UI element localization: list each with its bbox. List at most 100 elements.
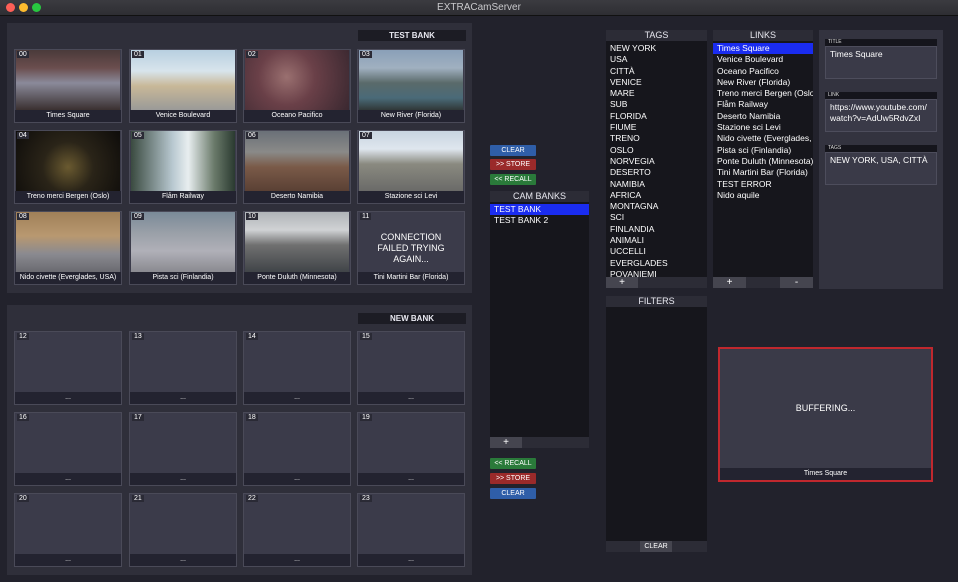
filters-list: FILTERS (606, 296, 707, 541)
tag-item[interactable]: MARE (606, 88, 707, 99)
title-field[interactable]: Times Square (825, 46, 937, 79)
buffering-status: BUFFERING... (795, 403, 856, 413)
tag-item[interactable]: MONTAGNA (606, 201, 707, 212)
link-item[interactable]: Venice Boulevard (713, 54, 813, 65)
clear-filters-button[interactable]: CLEAR (640, 541, 672, 552)
tag-item[interactable]: SUB (606, 99, 707, 110)
link-details-panel: TITLE Times Square LINK https://www.yout… (819, 30, 943, 289)
link-item[interactable]: Tini Martini Bar (Florida) (713, 167, 813, 178)
camera-cell[interactable]: 09 Pista sci (Finlandia) (129, 211, 237, 285)
link-item[interactable]: Treno merci Bergen (Oslo (713, 88, 813, 99)
tag-item[interactable]: DESERTO (606, 167, 707, 178)
camera-thumbnail (359, 50, 463, 110)
camera-cell[interactable]: 10 Ponte Duluth (Minnesota) (243, 211, 351, 285)
title-field-label: TITLE (825, 39, 937, 46)
cell-number: 09 (132, 213, 144, 220)
link-field-label: LINK (825, 92, 937, 99)
camera-cell[interactable]: 12... (14, 331, 122, 405)
camera-thumbnail (131, 50, 235, 110)
clear-button[interactable]: CLEAR (490, 145, 536, 156)
preview-player[interactable]: BUFFERING... Times Square (718, 347, 933, 482)
filters-toolbar: CLEAR (606, 541, 707, 552)
link-item[interactable]: Times Square (713, 43, 813, 55)
camera-cell[interactable]: 18... (243, 412, 351, 486)
recall-button[interactable]: << RECALL (490, 174, 536, 185)
tag-item[interactable]: SCI (606, 212, 707, 223)
camera-cell[interactable]: 21... (129, 493, 237, 567)
links-toolbar: + - (713, 277, 813, 288)
camera-cell[interactable]: 08 Nido civette (Everglades, USA) (14, 211, 122, 285)
clear-button-lower[interactable]: CLEAR (490, 488, 536, 499)
link-item[interactable]: Stazione sci Levi (713, 122, 813, 133)
cell-caption: Ponte Duluth (Minnesota) (244, 272, 350, 284)
link-field[interactable]: https://www.youtube.com/watch?v=AdUw5Rdv… (825, 99, 937, 132)
cell-caption: ... (130, 473, 236, 485)
connection-error-text: CONNECTION FAILED TRYING AGAIN... (377, 232, 445, 264)
camera-cell[interactable]: 13... (129, 331, 237, 405)
tag-item[interactable]: CITTÀ (606, 66, 707, 77)
camera-cell[interactable]: 17... (129, 412, 237, 486)
tag-item[interactable]: VENICE (606, 77, 707, 88)
camera-cell[interactable]: 07 Stazione sci Levi (357, 130, 465, 204)
tags-field[interactable]: NEW YORK, USA, CITTÀ (825, 152, 937, 185)
camera-cell[interactable]: 01 Venice Boulevard (129, 49, 237, 123)
camera-cell[interactable]: 11 CONNECTION FAILED TRYING AGAIN... Tin… (357, 211, 465, 285)
camera-cell[interactable]: 03 New River (Florida) (357, 49, 465, 123)
cell-caption: Venice Boulevard (130, 110, 236, 122)
camera-thumbnail (245, 212, 349, 272)
camera-cell[interactable]: 04 Treno merci Bergen (Oslo) (14, 130, 122, 204)
camera-cell[interactable]: 15... (357, 331, 465, 405)
store-button[interactable]: >> STORE (490, 159, 536, 170)
tag-item[interactable]: FINLANDIA (606, 224, 707, 235)
store-button-lower[interactable]: >> STORE (490, 473, 536, 484)
recall-button-lower[interactable]: << RECALL (490, 458, 536, 469)
link-item[interactable]: Flåm Railway (713, 99, 813, 110)
remove-link-button[interactable]: - (780, 277, 813, 288)
tag-item[interactable]: EVERGLADES (606, 258, 707, 269)
tag-item[interactable]: USA (606, 54, 707, 65)
camera-cell[interactable]: 02 Oceano Pacifico (243, 49, 351, 123)
tag-item[interactable]: FIUME (606, 122, 707, 133)
cell-number: 20 (17, 495, 29, 502)
add-tag-button[interactable]: + (606, 277, 638, 288)
cell-caption: ... (244, 392, 350, 404)
camera-cell[interactable]: 23... (357, 493, 465, 567)
camera-cell[interactable]: 06 Deserto Namibia (243, 130, 351, 204)
window-titlebar: EXTRACamServer (0, 0, 958, 16)
add-link-button[interactable]: + (713, 277, 746, 288)
cam-bank-item[interactable]: TEST BANK 2 (490, 215, 589, 226)
minimize-window-icon[interactable] (19, 3, 28, 12)
link-item[interactable]: Nido civette (Everglades, (713, 133, 813, 144)
cell-caption: ... (15, 554, 121, 566)
camera-cell[interactable]: 16... (14, 412, 122, 486)
link-item[interactable]: Pista sci (Finlandia) (713, 145, 813, 156)
tag-item[interactable]: POVANIEMI (606, 269, 707, 277)
tag-item[interactable]: NORVEGIA (606, 156, 707, 167)
link-item[interactable]: New River (Florida) (713, 77, 813, 88)
tag-item[interactable]: ANIMALI (606, 235, 707, 246)
cell-caption: ... (130, 554, 236, 566)
camera-cell[interactable]: 14... (243, 331, 351, 405)
add-bank-button[interactable]: + (490, 437, 522, 448)
tag-item[interactable]: UCCELLI (606, 246, 707, 257)
link-item[interactable]: Ponte Duluth (Minnesota) (713, 156, 813, 167)
camera-cell[interactable]: 05 Flåm Railway (129, 130, 237, 204)
camera-cell[interactable]: 20... (14, 493, 122, 567)
link-item[interactable]: Nido aquile (713, 190, 813, 201)
camera-cell[interactable]: 22... (243, 493, 351, 567)
tag-item[interactable]: OSLO (606, 145, 707, 156)
tag-item[interactable]: FLORIDA (606, 111, 707, 122)
tag-item[interactable]: TRENO (606, 133, 707, 144)
camera-cell[interactable]: 19... (357, 412, 465, 486)
close-window-icon[interactable] (6, 3, 15, 12)
zoom-window-icon[interactable] (32, 3, 41, 12)
link-item[interactable]: TEST ERROR (713, 179, 813, 190)
link-item[interactable]: Oceano Pacifico (713, 66, 813, 77)
camera-cell[interactable]: 00 Times Square (14, 49, 122, 123)
tag-item[interactable]: NEW YORK (606, 43, 707, 54)
tag-item[interactable]: NAMIBIA (606, 179, 707, 190)
link-item[interactable]: Deserto Namibia (713, 111, 813, 122)
camera-thumbnail (16, 212, 120, 272)
cam-bank-item[interactable]: TEST BANK (490, 204, 589, 216)
tag-item[interactable]: AFRICA (606, 190, 707, 201)
